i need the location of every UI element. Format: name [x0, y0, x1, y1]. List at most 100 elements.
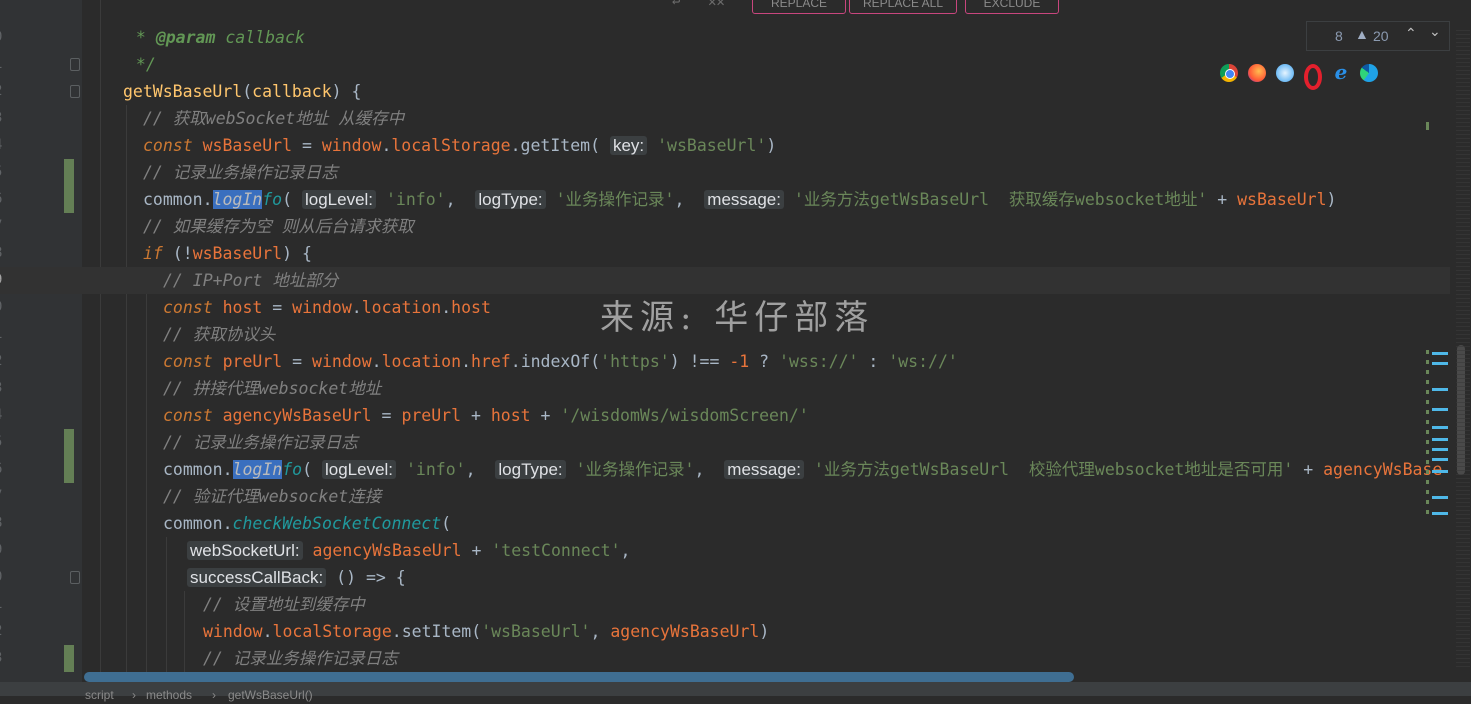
variable: preUrl: [222, 352, 283, 371]
comma: ,: [620, 541, 631, 560]
keyword: const: [143, 136, 193, 155]
code-line[interactable]: 2 const preUrl = window.location.href.in…: [0, 348, 1450, 375]
identifier: common.: [163, 514, 233, 533]
identifier: common.: [143, 190, 213, 209]
breadcrumb-item[interactable]: script: [85, 686, 114, 704]
string: 'wsBaseUrl': [481, 622, 591, 641]
back-arrow-icon[interactable]: ↩: [672, 0, 680, 10]
code-line[interactable]: 7 // 验证代理websocket连接: [0, 483, 1450, 510]
vcs-change-marker[interactable]: [64, 429, 74, 456]
code-line[interactable]: 5 // 记录业务操作记录日志: [0, 159, 1450, 186]
string: '/wisdomWs/wisdomScreen/': [560, 406, 809, 425]
code-line[interactable]: 4 const wsBaseUrl = window.localStorage.…: [0, 132, 1450, 159]
usage-marker[interactable]: [1432, 448, 1448, 451]
variable: wsBaseUrl: [192, 244, 283, 263]
code-line[interactable]: 7 // 如果缓存为空 则从后台请求获取: [0, 213, 1450, 240]
chevron-down-icon[interactable]: ⌄: [1429, 23, 1441, 40]
line-number: 3: [0, 375, 12, 402]
usage-marker[interactable]: [1432, 388, 1448, 391]
usage-marker[interactable]: [1432, 470, 1448, 473]
operator: +: [1207, 190, 1238, 209]
usage-marker[interactable]: [1432, 458, 1448, 461]
edge-icon[interactable]: [1360, 64, 1378, 82]
code-line[interactable]: 2 window.localStorage.setItem('wsBaseUrl…: [0, 618, 1450, 645]
replace-toolbar: REPLACE REPLACE ALL EXCLUDE: [746, 0, 1076, 16]
line-number: 6: [0, 456, 12, 483]
fold-start-icon[interactable]: [70, 85, 80, 98]
method-call: fo: [262, 190, 283, 209]
string: 'testConnect': [491, 541, 621, 560]
code-line[interactable]: 0 * @param callback: [0, 24, 1450, 51]
variable: agencyWsBaseUrl: [222, 406, 372, 425]
chrome-icon[interactable]: [1220, 64, 1238, 82]
code-line[interactable]: 3 // 记录业务操作记录日志: [0, 645, 1450, 672]
fold-end-icon[interactable]: [70, 58, 80, 71]
paren: ) {: [282, 244, 312, 263]
code-line[interactable]: 8 common.checkWebSocketConnect(: [0, 510, 1450, 537]
browser-preview-bar: e: [1220, 62, 1378, 90]
chevron-up-icon[interactable]: ⌃: [1405, 25, 1417, 42]
string: 'wss://': [779, 352, 859, 371]
code-line[interactable]: 3 // 获取webSocket地址 从缓存中: [0, 105, 1450, 132]
line-number: 1: [0, 591, 12, 618]
usage-marker[interactable]: [1432, 438, 1448, 441]
param-hint: logLevel:: [321, 460, 397, 479]
code-line[interactable]: 9 webSocketUrl: agencyWsBaseUrl + 'testC…: [0, 537, 1450, 564]
string: '业务方法getWsBaseUrl 校验代理websocket地址是否可用': [813, 460, 1294, 479]
dot: .: [262, 622, 273, 641]
usage-marker[interactable]: [1432, 408, 1448, 411]
method-call: getItem: [520, 136, 591, 155]
opera-icon[interactable]: [1304, 64, 1322, 90]
line-number: 6: [0, 186, 12, 213]
string: 'info': [385, 190, 446, 209]
param-hint: logType:: [495, 460, 566, 479]
operator: +: [1293, 460, 1324, 479]
paren: ): [766, 136, 777, 155]
exclude-button[interactable]: EXCLUDE: [965, 0, 1059, 14]
code-line[interactable]: 4 const agencyWsBaseUrl = preUrl + host …: [0, 402, 1450, 429]
vcs-change-marker[interactable]: [64, 645, 74, 672]
line-number: 9: [0, 537, 12, 564]
warning-icon: ▲: [1355, 26, 1369, 42]
code-line[interactable]: 0 successCallBack: () => {: [0, 564, 1450, 591]
fold-start-icon[interactable]: [70, 571, 80, 584]
breadcrumb-sep: ›: [212, 688, 216, 702]
usage-marker[interactable]: [1432, 496, 1448, 499]
breadcrumb-item[interactable]: getWsBaseUrl(): [228, 686, 313, 704]
operator: ?: [749, 352, 780, 371]
vcs-change-marker[interactable]: [64, 456, 74, 483]
comment: // 验证代理websocket连接: [163, 487, 382, 506]
line-number: 2: [0, 78, 12, 105]
inspection-widget[interactable]: 8 ▲ 20 ⌃ ⌄: [1306, 21, 1450, 51]
usage-marker[interactable]: [1432, 352, 1448, 355]
code-line[interactable]: 6 common.logInfo( logLevel: 'info', logT…: [0, 456, 1450, 483]
vcs-change-marker[interactable]: [64, 159, 74, 186]
usage-marker[interactable]: [1432, 426, 1448, 429]
code-line[interactable]: 6 common.logInfo( logLevel: 'info', logT…: [0, 186, 1450, 213]
code-line[interactable]: 8 if (!wsBaseUrl) {: [0, 240, 1450, 267]
code-line[interactable]: 1 // 设置地址到缓存中: [0, 591, 1450, 618]
replace-button[interactable]: REPLACE: [752, 0, 846, 14]
firefox-icon[interactable]: [1248, 64, 1266, 82]
close-x-icon[interactable]: ✕✕: [708, 0, 725, 10]
code-line[interactable]: 3 // 拼接代理websocket地址: [0, 375, 1450, 402]
doc-comment: *: [126, 28, 156, 47]
code-line[interactable]: 5 // 记录业务操作记录日志: [0, 429, 1450, 456]
dot: .: [510, 136, 521, 155]
dot: .: [391, 622, 402, 641]
comment: // 如果缓存为空 则从后台请求获取: [143, 217, 414, 236]
method-call: fo: [282, 460, 303, 479]
safari-icon[interactable]: [1276, 64, 1294, 82]
vcs-change-marker[interactable]: [64, 186, 74, 213]
usage-marker[interactable]: [1432, 512, 1448, 515]
breadcrumb-item[interactable]: methods: [146, 686, 192, 704]
arrow-function: () => {: [336, 568, 406, 587]
dot: .: [351, 298, 362, 317]
replace-all-button[interactable]: REPLACE ALL: [849, 0, 957, 14]
usage-marker[interactable]: [1432, 362, 1448, 365]
horizontal-scrollbar[interactable]: [84, 672, 1074, 682]
ie-icon[interactable]: e: [1332, 62, 1350, 82]
line-number: 2: [0, 618, 12, 645]
search-match: logIn: [212, 190, 263, 209]
inspection-count: 8: [1335, 28, 1343, 44]
